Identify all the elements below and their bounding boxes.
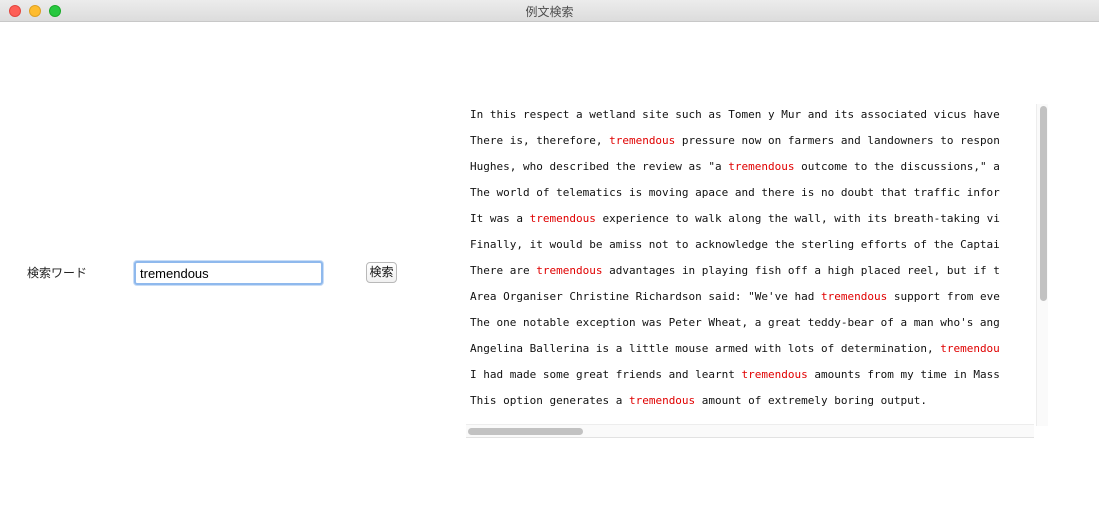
highlighted-match: tremendous <box>536 264 603 277</box>
vertical-scrollbar[interactable] <box>1036 104 1048 426</box>
result-text: Finally, it would be amiss not to acknow… <box>470 238 1000 251</box>
horizontal-scrollbar[interactable] <box>466 424 1034 438</box>
window-titlebar: 例文検索 <box>0 0 1099 22</box>
result-line: I had made some great friends and learnt… <box>470 362 1034 388</box>
result-text: outcome to the discussions," a <box>794 160 1000 173</box>
highlighted-match: tremendous <box>609 134 676 147</box>
search-input[interactable] <box>134 261 323 285</box>
window-title: 例文検索 <box>525 5 574 19</box>
result-text: amounts from my time in Mass <box>807 368 1000 381</box>
highlighted-match: tremendous <box>741 368 808 381</box>
search-button[interactable]: 検索 <box>366 262 397 283</box>
result-line: Area Organiser Christine Richardson said… <box>470 284 1034 310</box>
result-text: This option generates a <box>470 394 629 407</box>
result-text: There are <box>470 264 537 277</box>
result-text: Hughes, who described the review as "a <box>470 160 729 173</box>
highlighted-match: tremendous <box>529 212 596 225</box>
result-text: Area Organiser Christine Richardson said… <box>470 290 821 303</box>
result-text: support from eve <box>887 290 1000 303</box>
result-text: It was a <box>470 212 530 225</box>
search-word-label: 検索ワード <box>27 266 88 280</box>
result-text: I had made some great friends and learnt <box>470 368 742 381</box>
result-line: The one notable exception was Peter Whea… <box>470 310 1034 336</box>
result-text: amount of extremely boring output. <box>695 394 927 407</box>
result-text: The one notable exception was Peter Whea… <box>470 316 1000 329</box>
result-text: pressure now on farmers and landowners t… <box>675 134 1000 147</box>
highlighted-match: tremendous <box>628 394 696 407</box>
result-line: Hughes, who described the review as "a t… <box>470 154 1034 180</box>
results-panel: In this respect a wetland site such as T… <box>466 104 1050 438</box>
result-text: advantages in playing fish off a high pl… <box>602 264 1000 277</box>
result-line: This option generates a tremendous amoun… <box>470 388 1034 414</box>
results-list: In this respect a wetland site such as T… <box>470 104 1034 422</box>
result-text: experience to walk along the wall, with … <box>595 212 1000 225</box>
result-text: Angelina Ballerina is a little mouse arm… <box>470 342 941 355</box>
result-line: It was a tremendous experience to walk a… <box>470 206 1034 232</box>
result-line: There is, therefore, tremendous pressure… <box>470 128 1034 154</box>
result-text: The world of telematics is moving apace … <box>470 186 1000 199</box>
result-line: Finally, it would be amiss not to acknow… <box>470 232 1034 258</box>
result-line: In this respect a wetland site such as T… <box>470 104 1034 128</box>
vertical-scrollbar-thumb[interactable] <box>1040 106 1047 301</box>
result-text: There is, therefore, <box>470 134 610 147</box>
result-line: There are tremendous advantages in playi… <box>470 258 1034 284</box>
result-line: Angelina Ballerina is a little mouse arm… <box>470 336 1034 362</box>
highlighted-match: tremendou <box>940 342 1000 355</box>
highlighted-match: tremendous <box>728 160 795 173</box>
result-line: The world of telematics is moving apace … <box>470 180 1034 206</box>
highlighted-match: tremendous <box>821 290 888 303</box>
horizontal-scrollbar-thumb[interactable] <box>468 428 583 435</box>
result-text: In this respect a wetland site such as T… <box>470 108 1000 121</box>
